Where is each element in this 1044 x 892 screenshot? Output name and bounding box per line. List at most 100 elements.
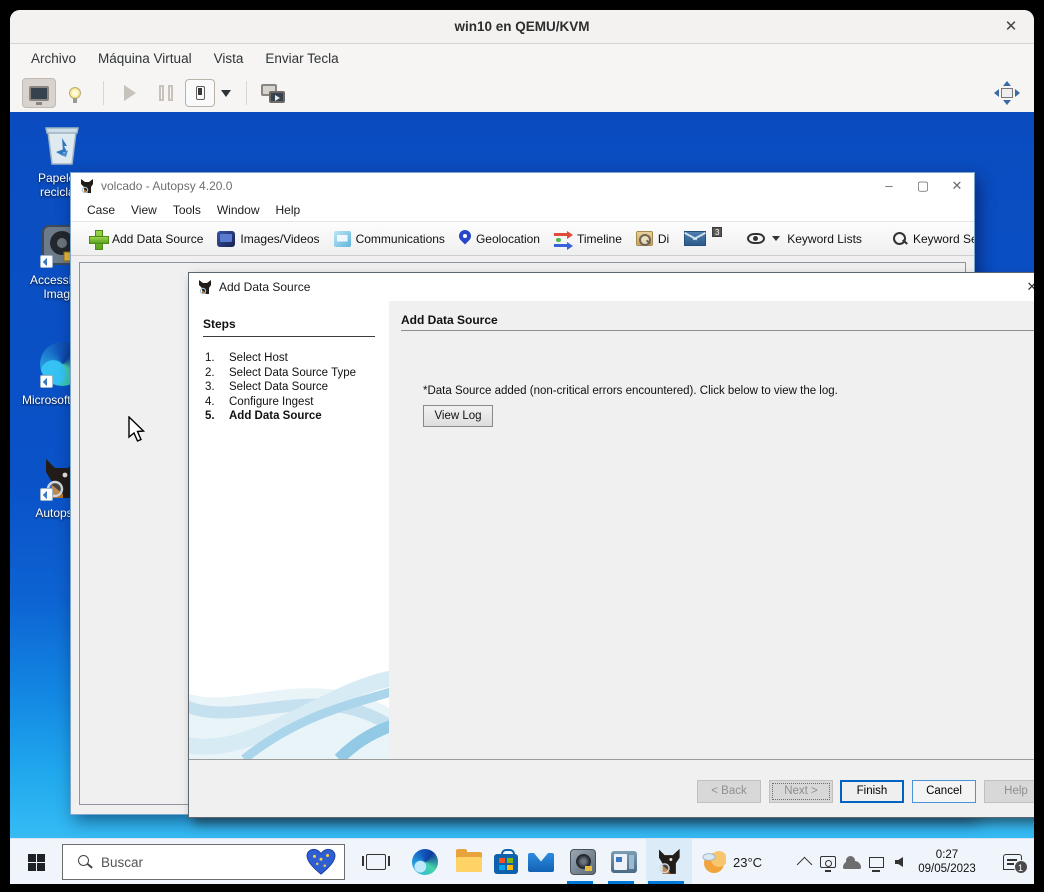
details-button[interactable] xyxy=(58,78,92,108)
taskbar-clock[interactable]: 0:27 09/05/2023 xyxy=(910,839,984,884)
dialog-close-icon[interactable]: ✕ xyxy=(1023,273,1034,301)
vm-window-title: win10 en QEMU/KVM xyxy=(10,10,1034,44)
menu-view[interactable]: View xyxy=(123,203,165,217)
back-button[interactable]: < Back xyxy=(697,780,761,803)
vm-window: win10 en QEMU/KVM ✕ Archivo Máquina Virt… xyxy=(10,10,1034,884)
toolbar-separator xyxy=(103,81,104,105)
taskbar-autopsy-active[interactable] xyxy=(648,839,690,884)
menu-window[interactable]: Window xyxy=(209,203,268,217)
communications-button[interactable]: Communications xyxy=(327,231,452,247)
keyword-lists-button[interactable]: Keyword Lists xyxy=(740,232,869,246)
dialog-button-bar: < Back Next > Finish Cancel Help xyxy=(189,759,1034,817)
taskbar-capture-app[interactable] xyxy=(603,839,645,884)
add-data-source-dialog: Add Data Source ✕ Steps 1.Select Host 2.… xyxy=(188,272,1034,818)
close-button[interactable]: ✕ xyxy=(940,173,974,199)
vm-close-icon[interactable]: ✕ xyxy=(998,10,1024,44)
shortcut-arrow-icon xyxy=(40,375,53,388)
running-indicator xyxy=(608,881,634,884)
images-videos-button[interactable]: Images/Videos xyxy=(210,231,326,247)
menu-case[interactable]: Case xyxy=(79,203,123,217)
fullscreen-button[interactable] xyxy=(994,81,1020,105)
autopsy-dog-icon xyxy=(197,279,213,295)
tray-onedrive[interactable] xyxy=(840,839,864,884)
maximize-button[interactable]: ▢ xyxy=(906,173,940,199)
taskbar-file-explorer[interactable] xyxy=(448,839,490,884)
taskbar-edge[interactable] xyxy=(404,839,446,884)
temperature-label: 23°C xyxy=(733,855,762,870)
taskbar-ftk-imager[interactable] xyxy=(562,839,604,884)
power-switch-icon xyxy=(196,86,205,100)
task-view-button[interactable] xyxy=(355,839,397,884)
mouse-cursor xyxy=(126,416,146,444)
tray-volume[interactable] xyxy=(886,839,912,884)
discovery-button[interactable]: Di xyxy=(629,231,671,246)
console-view-button[interactable] xyxy=(22,78,56,108)
timeline-label: Timeline xyxy=(577,232,622,246)
search-input[interactable] xyxy=(101,855,306,870)
keyword-search-button[interactable]: Keyword Search xyxy=(885,231,974,247)
vm-menu-maquina-virtual[interactable]: Máquina Virtual xyxy=(87,44,203,74)
cancel-button[interactable]: Cancel xyxy=(912,780,976,803)
dual-display-icon xyxy=(261,84,285,103)
weather-widget[interactable]: 23°C xyxy=(700,839,780,884)
tray-network[interactable] xyxy=(864,839,888,884)
screenshot-root: win10 en QEMU/KVM ✕ Archivo Máquina Virt… xyxy=(0,0,1044,892)
pause-button[interactable] xyxy=(149,78,183,108)
view-log-button[interactable]: View Log xyxy=(423,405,493,427)
mail-icon xyxy=(528,853,554,872)
next-button[interactable]: Next > xyxy=(769,780,833,803)
tray-expand-button[interactable] xyxy=(792,839,816,884)
taskbar-search[interactable] xyxy=(62,844,345,880)
taskbar-mail[interactable] xyxy=(520,839,562,884)
vm-menu-archivo[interactable]: Archivo xyxy=(20,44,87,74)
timeline-button[interactable]: Timeline xyxy=(547,231,629,247)
notification-center-button[interactable]: 1 xyxy=(990,839,1034,884)
cast-display-icon xyxy=(820,856,836,868)
menu-help[interactable]: Help xyxy=(268,203,309,217)
search-highlight-heart-icon[interactable] xyxy=(306,848,336,876)
discovery-label: Di xyxy=(658,232,669,246)
start-button[interactable] xyxy=(12,839,60,884)
communications-label: Communications xyxy=(356,232,445,246)
vm-display: Papelera reciclaje AccessData Imag xyxy=(10,112,1034,884)
autopsy-titlebar[interactable]: volcado - Autopsy 4.20.0 – ▢ ✕ xyxy=(71,173,974,199)
tray-cast[interactable] xyxy=(816,839,840,884)
run-button[interactable] xyxy=(113,78,147,108)
mail-button[interactable]: 3 xyxy=(677,231,728,246)
vm-titlebar[interactable]: win10 en QEMU/KVM ✕ xyxy=(10,10,1034,44)
speaker-icon xyxy=(895,857,903,867)
geolocation-label: Geolocation xyxy=(476,232,540,246)
shortcut-arrow-icon xyxy=(40,255,53,268)
add-data-source-button[interactable]: Add Data Source xyxy=(82,230,210,248)
watermark-swoosh-graphic xyxy=(189,647,389,759)
menu-tools[interactable]: Tools xyxy=(165,203,209,217)
keyword-search-label: Keyword Search xyxy=(913,232,974,246)
minimize-button[interactable]: – xyxy=(872,173,906,199)
step-add-data-source-current: 5.Add Data Source xyxy=(205,409,389,424)
running-indicator xyxy=(567,881,593,884)
wizard-steps-panel: Steps 1.Select Host 2.Select Data Source… xyxy=(189,301,389,759)
finish-button[interactable]: Finish xyxy=(840,780,904,803)
images-videos-label: Images/Videos xyxy=(240,232,319,246)
shutdown-button[interactable] xyxy=(185,79,215,107)
mail-envelope-icon xyxy=(684,231,706,246)
vm-menu-enviar-tecla[interactable]: Enviar Tecla xyxy=(254,44,349,74)
add-data-source-label: Add Data Source xyxy=(112,232,203,246)
night-weather-icon xyxy=(700,849,726,875)
timeline-icon xyxy=(554,231,572,247)
steps-divider xyxy=(203,336,375,337)
result-message: *Data Source added (non-critical errors … xyxy=(423,385,838,397)
displays-button[interactable] xyxy=(256,78,290,108)
steps-list: 1.Select Host 2.Select Data Source Type … xyxy=(205,351,389,424)
step-select-data-source: 3.Select Data Source xyxy=(205,380,389,395)
shutdown-menu-caret-icon[interactable] xyxy=(221,90,231,97)
autopsy-dog-icon xyxy=(79,178,95,194)
windows-logo-icon xyxy=(28,854,45,871)
geolocation-button[interactable]: Geolocation xyxy=(452,230,547,247)
communications-icon xyxy=(334,231,351,247)
discovery-icon xyxy=(636,231,653,246)
dialog-titlebar[interactable]: Add Data Source ✕ xyxy=(189,273,1034,301)
map-pin-icon xyxy=(459,230,471,247)
help-button[interactable]: Help xyxy=(984,780,1034,803)
vm-menu-vista[interactable]: Vista xyxy=(203,44,255,74)
